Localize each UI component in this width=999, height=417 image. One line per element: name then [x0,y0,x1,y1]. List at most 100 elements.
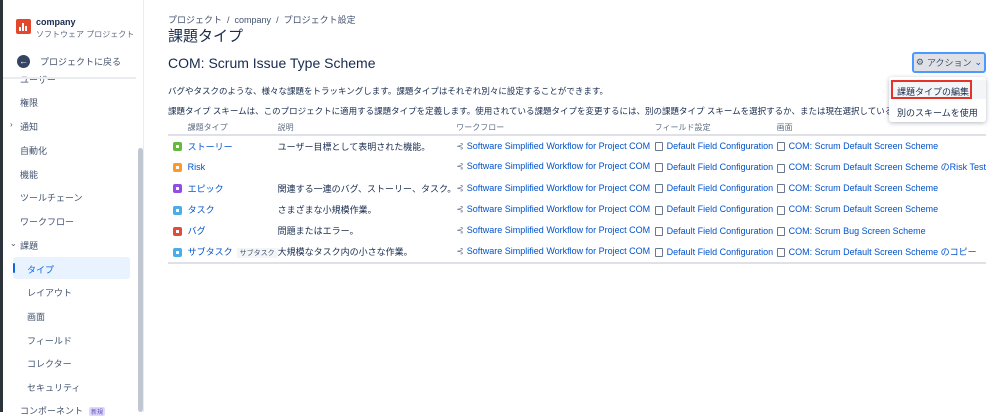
chevron-down-icon: ⌄ [10,239,17,248]
project-name: company [36,17,76,27]
field-config-icon [654,163,663,172]
workflow-icon: ⊰ [456,182,464,193]
workflow-icon: ⊰ [456,204,464,215]
workflow-link[interactable]: Software Simplified Workflow for Project… [467,246,650,256]
table-row: ストーリー ユーザー目標として表明された機能。 ⊰ Software Simpli… [168,135,986,156]
breadcrumb-settings[interactable]: プロジェクト設定 [284,15,356,25]
sidebar-item-toolchain[interactable]: ツールチェーン [20,191,83,204]
page-title: 課題タイプ [168,28,244,45]
issue-type-link[interactable]: バグ [188,226,206,236]
menu-item-use-other-scheme[interactable]: 別のスキームを使用 [897,106,978,119]
workflow-icon: ⊰ [456,225,464,236]
field-config-link[interactable]: Default Field Configuration [667,226,774,236]
back-label: プロジェクトに戻る [40,57,122,67]
sidebar-item-screens[interactable]: 画面 [27,310,45,323]
actions-button[interactable]: ⚙ アクション ⌄ [912,52,986,73]
sidebar-item-layout[interactable]: レイアウト [27,286,72,299]
issue-type-link[interactable]: サブタスク [188,247,233,257]
sidebar-item-components[interactable]: コンポーネント 新規 [20,404,106,417]
screen-link[interactable]: COM: Scrum Default Screen Scheme [789,183,939,193]
issue-type-icon [173,247,182,257]
sidebar-item-features[interactable]: 機能 [20,168,38,181]
project-type: ソフトウェア プロジェクト [36,30,135,39]
sidebar-item-automation[interactable]: 自動化 [20,144,47,157]
sidebar-item-security[interactable]: セキュリティ [27,381,80,394]
field-config-link[interactable]: Default Field Configuration [667,204,774,214]
sidebar-item-types[interactable]: タイプ [27,263,54,276]
screen-link[interactable]: COM: Scrum Default Screen Scheme [789,204,939,214]
issue-type-description: ユーザー目標として表明された機能。 [277,141,431,152]
label: 課題 [20,241,39,251]
label: 通知 [20,122,39,132]
issue-type-link[interactable]: エピック [188,184,224,194]
screen-icon [776,184,785,194]
field-config-icon [654,205,663,215]
field-config-icon [654,184,663,194]
issue-type-link[interactable]: Risk [188,162,206,172]
description-2: 課題タイプ スキームは、このプロジェクトに適用する課題タイプを定義します。使用さ… [168,106,911,116]
sidebar-item-workflows[interactable]: ワークフロー [20,215,74,228]
menu-item-edit-issue-types[interactable]: 課題タイプの編集 [897,85,969,98]
sidebar-item-notifications[interactable]: › 通知 [10,120,39,133]
scheme-title: COM: Scrum Issue Type Scheme [168,55,376,71]
sidebar-item-users[interactable]: ユーザー [20,73,56,86]
issue-type-icon [173,205,182,215]
field-config-link[interactable]: Default Field Configuration [667,183,774,193]
table-row: エピック 関連する一連のバグ、ストーリー、タスク。 ⊰ Software Simp… [168,178,986,199]
active-indicator [13,263,15,273]
chevron-right-icon: › [10,120,13,129]
sidebar-item-fields[interactable]: フィールド [27,334,72,347]
table-row: バグ 問題またはエラー。 ⊰ Software Simplified Workfl… [168,220,986,241]
scroll-shadow [3,77,136,79]
screen-link[interactable]: COM: Scrum Default Screen Scheme [789,141,939,151]
breadcrumb-projects[interactable]: プロジェクト [168,15,222,25]
col-screen: 画面 [776,120,986,136]
issue-types-table: 課題タイプ 説明 ワークフロー フィールド設定 画面 ストーリー ユーザー目標と… [168,120,986,264]
issue-type-icon [173,163,182,172]
screen-link[interactable]: COM: Scrum Bug Screen Scheme [789,226,926,236]
arrow-left-icon: ← [17,55,30,68]
field-config-icon [654,247,663,257]
workflow-icon: ⊰ [456,161,464,172]
screen-link[interactable]: COM: Scrum Default Screen Scheme のコピー [789,247,977,257]
field-config-link[interactable]: Default Field Configuration [667,162,774,172]
workflow-icon: ⊰ [456,140,464,151]
subtask-tag: サブタスク [236,248,278,259]
gear-icon: ⚙ [915,57,924,67]
project-logo [16,19,31,34]
sidebar-scrollbar[interactable] [138,148,143,412]
workflow-link[interactable]: Software Simplified Workflow for Project… [467,161,650,171]
issue-type-link[interactable]: ストーリー [188,142,233,152]
screen-icon [776,248,785,258]
table-header: 課題タイプ 説明 ワークフロー フィールド設定 画面 [168,120,986,136]
sidebar-item-collectors[interactable]: コレクター [27,357,72,370]
workflow-link[interactable]: Software Simplified Workflow for Project… [467,225,650,235]
issue-type-description [278,156,457,177]
issue-type-link[interactable]: タスク [188,205,215,215]
workflow-link[interactable]: Software Simplified Workflow for Project… [467,183,650,193]
screen-icon [776,142,785,152]
actions-label: アクション [926,58,972,68]
back-to-project-button[interactable]: ← プロジェクトに戻る [17,55,121,68]
col-field-config: フィールド設定 [654,120,777,136]
table-row: サブタスク サブタスク 大規模なタスク内の小さな作業。 ⊰ Software Sim… [168,241,986,264]
workflow-link[interactable]: Software Simplified Workflow for Project… [467,204,650,214]
col-workflow: ワークフロー [456,120,655,136]
sidebar-item-permissions[interactable]: 権限 [20,96,38,109]
issue-type-description: 問題またはエラー。 [277,226,359,237]
sidebar-item-issues[interactable]: ⌄ 課題 [10,239,39,252]
label: コンポーネント [20,406,84,416]
field-config-link[interactable]: Default Field Configuration [667,141,774,151]
screen-link[interactable]: COM: Scrum Default Screen Scheme のRisk T… [789,162,986,172]
actions-menu: 課題タイプの編集 別のスキームを使用 [889,77,986,122]
breadcrumb-company[interactable]: company [235,15,272,25]
field-config-icon [654,142,663,152]
chevron-down-icon: ⌄ [974,57,983,67]
field-config-link[interactable]: Default Field Configuration [667,247,774,257]
issue-type-icon [173,184,182,194]
workflow-link[interactable]: Software Simplified Workflow for Project… [467,141,650,151]
issue-type-description: 関連する一連のバグ、ストーリー、タスク。 [277,183,457,194]
issue-type-description: 大規模なタスク内の小さな作業。 [277,241,457,264]
field-config-icon [654,226,663,236]
description-1: バグやタスクのような、様々な課題をトラッキングします。課題タイプはそれぞれ別々に… [168,86,609,96]
